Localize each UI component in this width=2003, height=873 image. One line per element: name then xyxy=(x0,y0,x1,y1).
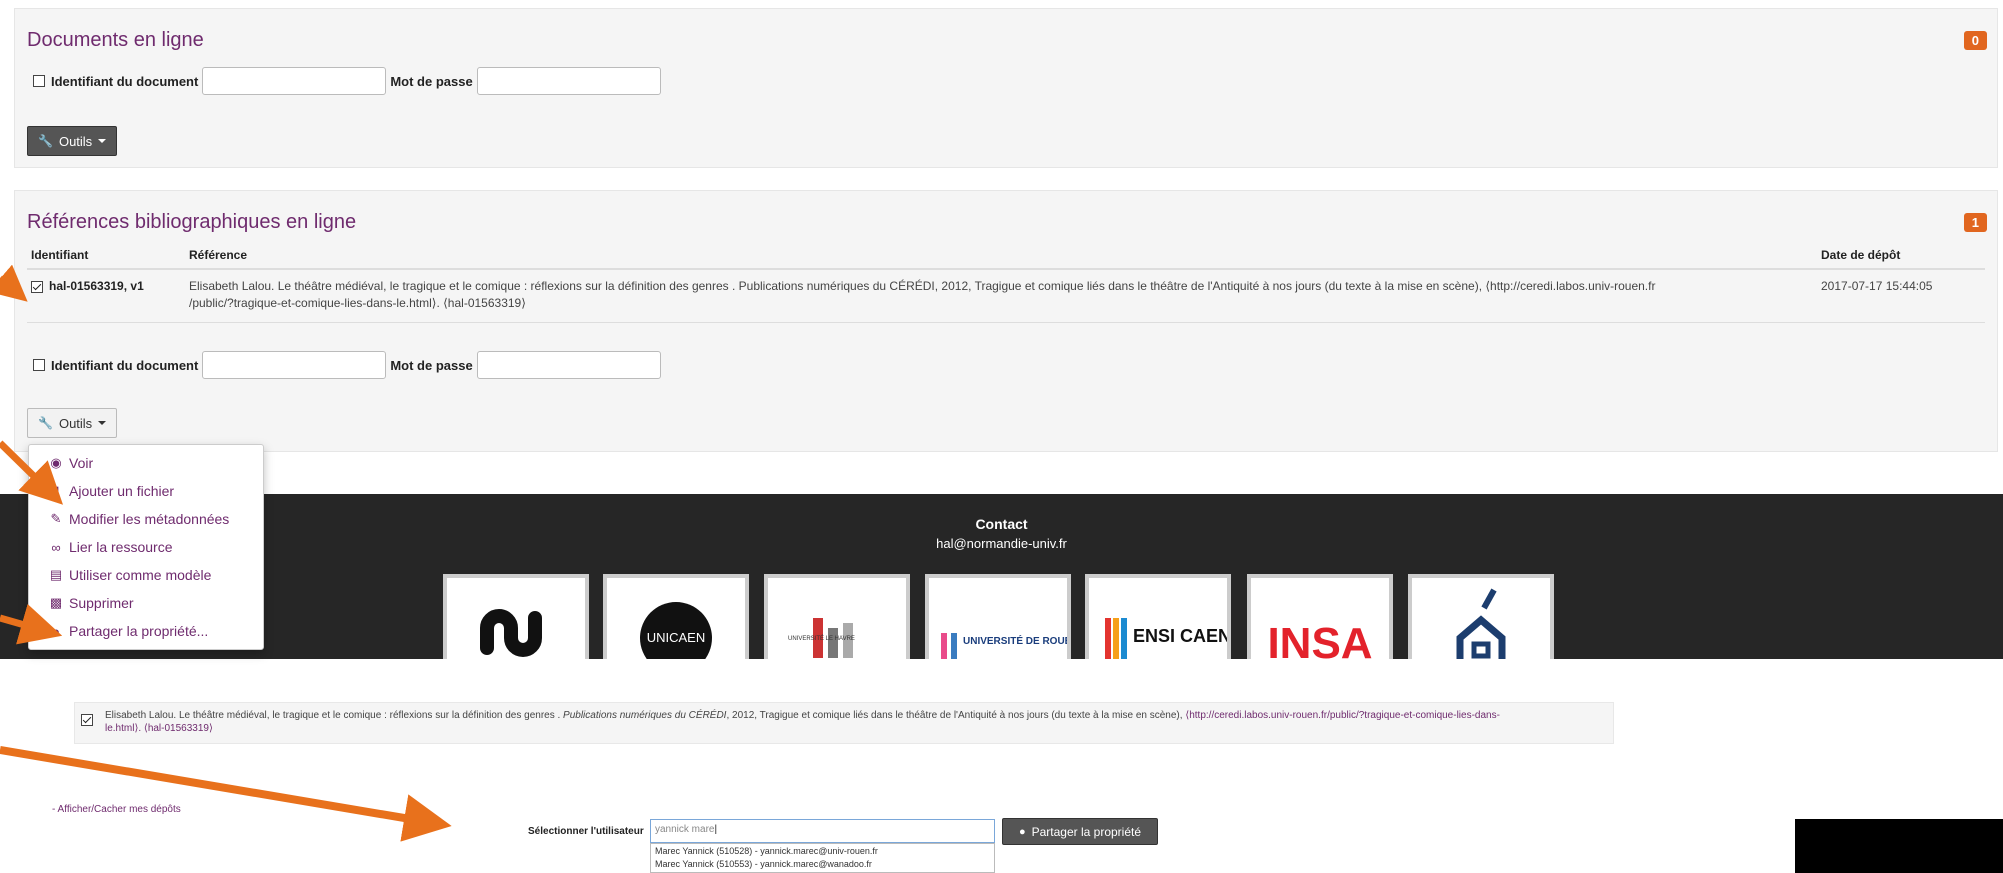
doc-id-label: Identifiant du document xyxy=(51,357,199,373)
count-badge: 0 xyxy=(1963,31,1987,50)
menu-item-ajouter-fichier[interactable]: ▮ Ajouter un fichier xyxy=(49,483,174,499)
doc-id-input[interactable] xyxy=(202,351,387,379)
insa-logo[interactable]: INSA xyxy=(1247,574,1393,659)
document-checkbox[interactable] xyxy=(33,359,45,371)
select-user-input[interactable]: yannick mare| xyxy=(650,819,995,843)
wrench-icon: 🔧 xyxy=(38,134,53,148)
menu-item-label: Partager la propriété... xyxy=(69,623,209,639)
tools-button[interactable]: 🔧 Outils xyxy=(27,408,118,438)
doc-id-input[interactable] xyxy=(202,67,387,95)
pencil-icon: ✎ xyxy=(50,511,62,526)
eye-icon: ◉ xyxy=(50,455,62,470)
wrench-icon: 🔧 xyxy=(38,416,53,430)
menu-item-voir[interactable]: ◉ Voir xyxy=(49,455,93,471)
column-header: Date de dépôt xyxy=(1817,245,1985,270)
tools-dropdown-menu: ◉ Voir ▮ Ajouter un fichier ✎ Modifier l… xyxy=(28,444,264,650)
column-header: Référence xyxy=(185,245,1817,270)
row-checkbox[interactable] xyxy=(31,280,43,293)
menu-item-label: Modifier les métadonnées xyxy=(69,511,230,527)
menu-item-supprimer[interactable]: ▩ Supprimer xyxy=(49,595,134,611)
user-suggestions-list: Marec Yannick (510528) - yannick.marec@u… xyxy=(650,843,995,873)
reference-line: /public/?tragique-et-comique-lies-dans-l… xyxy=(189,296,526,310)
references-panel: Références bibliographiques en ligne 1 I… xyxy=(14,190,1998,452)
chevron-down-icon xyxy=(98,421,107,425)
count-badge: 1 xyxy=(1963,213,1987,232)
stamp-icon: ▤ xyxy=(49,567,63,582)
id-cell: hal-01563319, v1 xyxy=(27,269,185,323)
menu-item-label: Ajouter un fichier xyxy=(69,483,175,499)
chevron-down-icon xyxy=(98,139,107,143)
password-input[interactable] xyxy=(476,67,661,95)
reference-text: Elisabeth Lalou. Le théâtre médiéval, le… xyxy=(105,710,564,721)
universite-le-havre-logo[interactable]: UNIVERSITÉ LE HAVRE xyxy=(764,574,910,659)
references-table: Identifiant Référence Date de dépôt hal-… xyxy=(27,245,1985,323)
tools-label: Outils xyxy=(58,415,93,431)
menu-item-partager-propriete[interactable]: ● Partager la propriété... xyxy=(49,623,208,639)
le-havre-text: UNIVERSITÉ LE HAVRE xyxy=(788,635,855,642)
reference-checkbox[interactable] xyxy=(81,714,93,726)
unicaen-text: UNICAEN xyxy=(647,630,706,645)
password-label: Mot de passe xyxy=(390,357,473,373)
panel-title: Documents en ligne xyxy=(27,29,204,51)
doc-id-label: Identifiant du document xyxy=(51,73,199,89)
suggestion-item[interactable]: Marec Yannick (510528) - yannick.marec@u… xyxy=(655,845,990,858)
academie-logo[interactable] xyxy=(1408,574,1554,659)
ensicaen-text: ENSI CAEN xyxy=(1133,626,1227,646)
document-checkbox[interactable] xyxy=(33,75,45,87)
unicaen-logo[interactable]: UNICAEN xyxy=(603,574,749,659)
menu-item-label: Utiliser comme modèle xyxy=(69,567,212,583)
menu-item-label: Supprimer xyxy=(69,595,134,611)
share-property-button[interactable]: ● Partager la propriété xyxy=(1002,818,1158,845)
contact-title: Contact xyxy=(975,516,1028,532)
reference-link[interactable]: le.html⟩. ⟨hal-01563319⟩ xyxy=(105,723,213,734)
table-row: hal-01563319, v1 Elisabeth Lalou. Le thé… xyxy=(27,269,1985,323)
shared-reference-box: Elisabeth Lalou. Le théâtre médiéval, le… xyxy=(74,702,1614,744)
universite-rouen-logo[interactable]: UNIVERSITÉ DE ROUEN xyxy=(925,574,1071,659)
ensicaen-logo[interactable]: ENSI CAEN xyxy=(1085,574,1231,659)
site-footer: Contact hal@normandie-univ.fr UNICAEN UN… xyxy=(0,494,2003,659)
trash-icon: ▩ xyxy=(49,595,63,610)
panel-title: Références bibliographiques en ligne xyxy=(27,211,357,233)
reference-link[interactable]: ⟨http://ceredi.labos.univ-rouen.fr/publi… xyxy=(1185,710,1500,721)
arrow-to-row xyxy=(0,264,28,302)
tools-label: Outils xyxy=(58,133,93,149)
document-id: hal-01563319, v1 xyxy=(49,279,144,293)
auth-row: Identifiant du document Mot de passe xyxy=(33,67,665,95)
black-block xyxy=(1795,819,2003,873)
documents-panel: Documents en ligne 0 Identifiant du docu… xyxy=(14,8,1998,168)
rouen-text: UNIVERSITÉ DE ROUEN xyxy=(963,634,1067,647)
select-user-value: yannick mare xyxy=(655,824,715,835)
shared-reference-text: Elisabeth Lalou. Le théâtre médiéval, le… xyxy=(105,709,1605,735)
contact-email-link[interactable]: hal@normandie-univ.fr xyxy=(0,536,2003,551)
menu-item-lier-ressource[interactable]: ∞ Lier la ressource xyxy=(49,539,173,555)
reference-text: , 2012, Tragigue et comique liés dans le… xyxy=(726,710,1186,721)
menu-item-label: Voir xyxy=(69,455,94,471)
menu-item-label: Lier la ressource xyxy=(69,539,173,555)
date-cell: 2017-07-17 15:44:05 xyxy=(1817,269,1985,323)
suggestion-item[interactable]: Marec Yannick (510553) - yannick.marec@w… xyxy=(655,858,990,871)
reference-line: Elisabeth Lalou. Le théâtre médiéval, le… xyxy=(189,279,1656,293)
normandie-logo[interactable] xyxy=(443,574,589,659)
password-label: Mot de passe xyxy=(390,73,473,89)
select-user-label: Sélectionner l'utilisateur xyxy=(528,826,644,837)
user-icon: ● xyxy=(52,623,60,639)
user-icon: ● xyxy=(1018,825,1026,838)
reference-cell: Elisabeth Lalou. Le théâtre médiéval, le… xyxy=(185,269,1817,323)
insa-text: INSA xyxy=(1267,619,1372,659)
reference-journal: Publications numériques du CÉRÉDI xyxy=(563,710,727,721)
column-header: Identifiant xyxy=(27,245,185,270)
share-button-label: Partager la propriété xyxy=(1031,824,1142,839)
link-icon: ∞ xyxy=(51,539,61,555)
file-icon: ▮ xyxy=(52,483,60,498)
toggle-deposits-link[interactable]: - Afficher/Cacher mes dépôts xyxy=(52,804,181,815)
tools-button[interactable]: 🔧 Outils xyxy=(27,126,118,156)
password-input[interactable] xyxy=(476,351,661,379)
auth-row: Identifiant du document Mot de passe xyxy=(33,351,665,379)
menu-item-utiliser-modele[interactable]: ▤ Utiliser comme modèle xyxy=(49,567,212,583)
menu-item-modifier-metadonnees[interactable]: ✎ Modifier les métadonnées xyxy=(49,511,230,527)
